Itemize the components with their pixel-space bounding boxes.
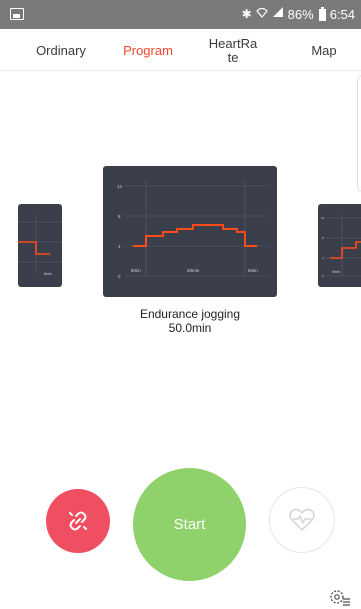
y-tick-4: 4 — [118, 244, 121, 249]
program-card-previous[interactable]: 5min — [18, 204, 62, 287]
next-y-tick-0: 0 — [322, 274, 324, 278]
side-panel-edge[interactable] — [357, 75, 361, 192]
next-y-tick-8: 8 — [322, 236, 324, 240]
x-label-cooldown: 5min — [248, 268, 258, 273]
y-tick-12: 12 — [117, 184, 123, 189]
tab-heartrate-label: HeartRa te — [208, 36, 258, 65]
tab-bar: Ordinary Program HeartRa te Map — [0, 29, 361, 71]
settings-button[interactable] — [328, 587, 352, 607]
tab-map[interactable]: Map — [300, 29, 348, 71]
previous-profile-line — [18, 241, 50, 255]
heart-pulse-icon — [289, 508, 315, 531]
y-tick-8: 8 — [118, 214, 121, 219]
status-bar: ✱ 86% 6:54 — [0, 0, 361, 29]
tab-heartrate[interactable]: HeartRa te — [203, 29, 263, 71]
battery-icon — [318, 6, 326, 21]
next-profile-line — [330, 241, 361, 259]
next-x-label: 5min — [332, 270, 340, 274]
tab-program[interactable]: Program — [112, 29, 184, 71]
settings-list-icon — [330, 590, 350, 606]
gallery-notification-icon — [10, 8, 24, 20]
chart-grid — [125, 180, 269, 277]
start-button[interactable]: Start — [133, 468, 246, 581]
unlink-icon — [69, 511, 87, 531]
bluetooth-icon: ✱ — [241, 7, 252, 21]
speed-profile-line — [133, 224, 257, 247]
next-y-tick-12: 12 — [321, 216, 325, 220]
previous-x-label: 5min — [44, 272, 52, 276]
program-name: Endurance jogging — [139, 307, 241, 321]
status-icons: ✱ 86% 6:54 — [242, 6, 355, 23]
y-tick-0: 0 — [118, 274, 121, 279]
x-label-warmup: 5min — [131, 268, 141, 273]
program-card-next[interactable]: 12 8 4 0 5min — [318, 204, 361, 287]
program-duration: 50.0min — [168, 321, 212, 335]
program-card-current[interactable]: 12 8 4 0 5min 40min 5min — [103, 166, 277, 297]
signal-icon — [272, 6, 284, 23]
heartrate-button[interactable] — [269, 487, 335, 553]
wifi-icon — [255, 6, 268, 23]
screen: ✱ 86% 6:54 Ordinary Program HeartRa te M… — [0, 0, 361, 609]
tab-ordinary[interactable]: Ordinary — [26, 29, 96, 71]
x-label-main: 40min — [187, 268, 200, 273]
status-time: 6:54 — [329, 7, 355, 22]
unlink-button[interactable] — [46, 489, 110, 553]
next-y-tick-4: 4 — [322, 256, 324, 260]
battery-percent: 86% — [287, 7, 314, 22]
